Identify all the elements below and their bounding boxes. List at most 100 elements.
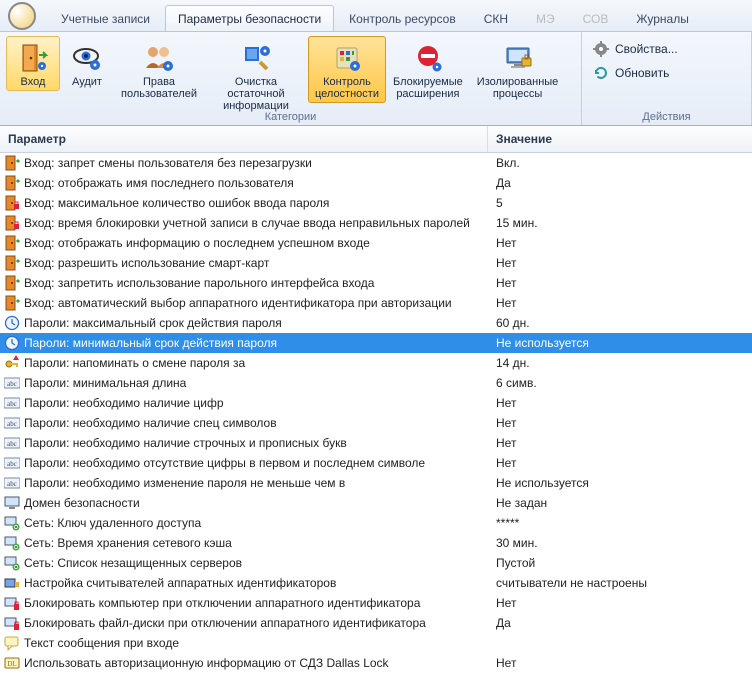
- clock-icon: [4, 335, 20, 351]
- table-row[interactable]: Сеть: Список незащищенных серверовПустой: [0, 553, 752, 573]
- abc-icon: [4, 435, 20, 451]
- cell-value: Пустой: [488, 556, 752, 570]
- audit-label: Аудит: [72, 76, 102, 88]
- integrity-button[interactable]: Контрольцелостности: [308, 36, 386, 103]
- tab-2[interactable]: Контроль ресурсов: [336, 5, 469, 31]
- net-icon: [4, 515, 20, 531]
- login-label: Вход: [21, 76, 46, 88]
- cell-param: Пароли: необходимо наличие строчных и пр…: [0, 435, 488, 451]
- table-row[interactable]: Вход: отображать информацию о последнем …: [0, 233, 752, 253]
- table-row[interactable]: Вход: отображать имя последнего пользова…: [0, 173, 752, 193]
- col-header-param[interactable]: Параметр: [0, 126, 488, 152]
- door-icon: [4, 295, 20, 311]
- properties-button[interactable]: Свойства...: [588, 38, 683, 60]
- key-warn-icon: [4, 355, 20, 371]
- clock-icon: [4, 315, 20, 331]
- cell-value: Нет: [488, 296, 752, 310]
- cell-param: Сеть: Ключ удаленного доступа: [0, 515, 488, 531]
- table-row[interactable]: Сеть: Ключ удаленного доступа*****: [0, 513, 752, 533]
- eye-audit-icon: [70, 41, 104, 75]
- cell-value: Нет: [488, 436, 752, 450]
- table-row[interactable]: Пароли: минимальный срок действия пароля…: [0, 333, 752, 353]
- col-header-value[interactable]: Значение: [488, 126, 752, 152]
- table-row[interactable]: Домен безопасностиНе задан: [0, 493, 752, 513]
- param-text: Пароли: напоминать о смене пароля за: [24, 356, 245, 370]
- cell-param: Вход: запрет смены пользователя без пере…: [0, 155, 488, 171]
- reader-icon: [4, 575, 20, 591]
- cell-value: Нет: [488, 416, 752, 430]
- settings-grid: Параметр Значение Вход: запрет смены пол…: [0, 126, 752, 673]
- cell-param: Вход: отображать имя последнего пользова…: [0, 175, 488, 191]
- tab-0[interactable]: Учетные записи: [48, 5, 163, 31]
- cell-value: 15 мин.: [488, 216, 752, 230]
- tab-strip: Учетные записиПараметры безопасностиКонт…: [0, 0, 752, 32]
- login-button[interactable]: Вход: [6, 36, 60, 91]
- blocked-ext-button[interactable]: Блокируемыерасширения: [386, 36, 470, 103]
- table-row[interactable]: Пароли: максимальный срок действия парол…: [0, 313, 752, 333]
- cell-value: 14 дн.: [488, 356, 752, 370]
- param-text: Домен безопасности: [24, 496, 140, 510]
- isolated-proc-button[interactable]: Изолированныепроцессы: [470, 36, 566, 103]
- table-row[interactable]: Вход: автоматический выбор аппаратного и…: [0, 293, 752, 313]
- table-row[interactable]: Пароли: необходимо наличие цифрНет: [0, 393, 752, 413]
- grid-header: Параметр Значение: [0, 126, 752, 153]
- ribbon-group-actions: Свойства... Обновить Действия: [582, 32, 752, 125]
- cell-param: Пароли: необходимо отсутствие цифры в пе…: [0, 455, 488, 471]
- properties-label: Свойства...: [615, 42, 678, 56]
- user-rights-label: Правапользователей: [121, 76, 197, 100]
- abc-icon: [4, 455, 20, 471]
- table-row[interactable]: Вход: запрет смены пользователя без пере…: [0, 153, 752, 173]
- cleanup-label: Очистка остаточнойинформации: [211, 76, 301, 112]
- cell-param: Пароли: необходимо наличие цифр: [0, 395, 488, 411]
- door-icon: [4, 255, 20, 271]
- table-row[interactable]: Вход: время блокировки учетной записи в …: [0, 213, 752, 233]
- door-lock-icon: [4, 195, 20, 211]
- grid-body: Вход: запрет смены пользователя без пере…: [0, 153, 752, 673]
- tab-3[interactable]: СКН: [471, 5, 521, 31]
- cleanup-button[interactable]: Очистка остаточнойинформации: [204, 36, 308, 115]
- table-row[interactable]: Пароли: необходимо изменение пароля не м…: [0, 473, 752, 493]
- cell-value: Да: [488, 616, 752, 630]
- tab-4: МЭ: [523, 5, 568, 31]
- table-row[interactable]: Вход: запретить использование парольного…: [0, 273, 752, 293]
- user-rights-button[interactable]: Правапользователей: [114, 36, 204, 103]
- table-row[interactable]: Пароли: напоминать о смене пароля за 14 д…: [0, 353, 752, 373]
- ribbon: Вход Аудит Правапользователей Очистка ос…: [0, 32, 752, 126]
- cell-param: Текст сообщения при входе: [0, 635, 488, 651]
- cell-param: Вход: максимальное количество ошибок вво…: [0, 195, 488, 211]
- door-icon: [4, 155, 20, 171]
- table-row[interactable]: Блокировать файл-диски при отключении ап…: [0, 613, 752, 633]
- cell-param: Пароли: напоминать о смене пароля за: [0, 355, 488, 371]
- param-text: Вход: запретить использование парольного…: [24, 276, 374, 290]
- refresh-button[interactable]: Обновить: [588, 62, 674, 84]
- door-lock-icon: [4, 215, 20, 231]
- tab-6[interactable]: Журналы: [623, 5, 701, 31]
- table-row[interactable]: Вход: разрешить использование смарт-карт…: [0, 253, 752, 273]
- group-title-categories: Категории: [0, 111, 581, 123]
- table-row[interactable]: Пароли: необходимо отсутствие цифры в пе…: [0, 453, 752, 473]
- param-text: Блокировать компьютер при отключении апп…: [24, 596, 420, 610]
- plug-red-icon: [4, 615, 20, 631]
- ribbon-group-categories: Вход Аудит Правапользователей Очистка ос…: [0, 32, 582, 125]
- table-row[interactable]: Пароли: необходимо наличие спец символов…: [0, 413, 752, 433]
- table-row[interactable]: Сеть: Время хранения сетевого кэша30 мин…: [0, 533, 752, 553]
- audit-button[interactable]: Аудит: [60, 36, 114, 91]
- cell-param: Сеть: Время хранения сетевого кэша: [0, 535, 488, 551]
- blocked-ext-label: Блокируемыерасширения: [393, 76, 463, 100]
- table-row[interactable]: Текст сообщения при входе: [0, 633, 752, 653]
- cell-param: Пароли: необходимо наличие спец символов: [0, 415, 488, 431]
- abc-icon: [4, 375, 20, 391]
- cell-param: Сеть: Список незащищенных серверов: [0, 555, 488, 571]
- table-row[interactable]: Использовать авторизационную информацию …: [0, 653, 752, 673]
- table-row[interactable]: Настройка считывателей аппаратных иденти…: [0, 573, 752, 593]
- isolated-proc-icon: [501, 41, 535, 75]
- group-title-actions: Действия: [582, 111, 751, 123]
- param-text: Вход: отображать имя последнего пользова…: [24, 176, 294, 190]
- abc-icon: [4, 475, 20, 491]
- table-row[interactable]: Пароли: необходимо наличие строчных и пр…: [0, 433, 752, 453]
- param-text: Пароли: минимальный срок действия пароля: [24, 336, 277, 350]
- table-row[interactable]: Блокировать компьютер при отключении апп…: [0, 593, 752, 613]
- tab-1[interactable]: Параметры безопасности: [165, 5, 334, 31]
- table-row[interactable]: Вход: максимальное количество ошибок вво…: [0, 193, 752, 213]
- table-row[interactable]: Пароли: минимальная длина6 симв.: [0, 373, 752, 393]
